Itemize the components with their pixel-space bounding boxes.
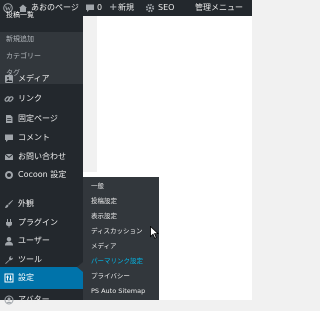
seo-link[interactable]: SEO <box>158 0 174 16</box>
site-name-link[interactable]: あおのページ <box>31 0 79 16</box>
manage-menu-link[interactable]: 管理メニュー <box>195 0 243 16</box>
sidebar-item-label: メディア <box>18 74 50 83</box>
admin-sidebar: 投稿一覧 新規追加 カテゴリー タグ メディア リンク 固定ページ コメント お… <box>0 11 83 305</box>
sidebar-item-label: Cocoon 設定 <box>18 170 67 179</box>
brush-icon <box>5 200 13 208</box>
submenu-item-category[interactable]: カテゴリー <box>6 49 41 63</box>
settings-icon <box>4 273 14 283</box>
mouse-cursor-icon <box>150 226 159 239</box>
flyout-item-permalink[interactable]: パーマリンク設定 <box>91 255 143 267</box>
flyout-item-writing[interactable]: 投稿設定 <box>91 195 117 207</box>
flyout-item-discussion[interactable]: ディスカッション <box>91 225 143 237</box>
plus-icon: + <box>109 2 118 13</box>
page-icon <box>6 115 13 123</box>
flyout-item-privacy[interactable]: プライバシー <box>91 270 130 282</box>
user-icon <box>5 237 13 246</box>
posts-list-header[interactable]: 投稿一覧 <box>6 8 34 22</box>
sidebar-item-media[interactable]: メディア <box>0 68 83 90</box>
flyout-item-media[interactable]: メディア <box>91 240 117 252</box>
flyout-item-general[interactable]: 一般 <box>91 180 104 192</box>
media-icon <box>5 75 13 83</box>
sidebar-item-link[interactable]: リンク <box>0 88 83 110</box>
plugin-icon <box>6 219 12 228</box>
sidebar-item-settings[interactable]: 設定 <box>0 267 83 289</box>
sidebar-item-cocoon-settings[interactable]: Cocoon 設定 <box>0 164 83 186</box>
sidebar-item-label: アバター <box>18 295 50 304</box>
content-gutter <box>83 16 97 172</box>
new-link[interactable]: 新規 <box>118 0 134 16</box>
avatar-icon <box>4 295 14 305</box>
comment-icon <box>5 134 13 142</box>
mail-icon <box>4 153 14 160</box>
sidebar-item-label: 設定 <box>18 273 34 282</box>
seo-gear-icon <box>145 3 155 13</box>
sidebar-item-avatar[interactable]: アバター <box>0 289 83 311</box>
sidebar-item-label: リンク <box>18 94 42 103</box>
cocoon-icon <box>5 171 13 179</box>
flyout-item-ps-auto-sitemap[interactable]: PS Auto Sitemap <box>91 285 145 297</box>
comment-bubble-icon <box>86 4 94 12</box>
link-icon <box>4 96 14 102</box>
submenu-item-new[interactable]: 新規追加 <box>6 32 34 46</box>
comment-count[interactable]: 0 <box>97 0 102 16</box>
admin-bar: W あおのページ 0 + 新規 SEO 管理メニュー <box>0 0 252 16</box>
wrench-icon <box>5 256 14 264</box>
flyout-item-reading[interactable]: 表示設定 <box>91 210 117 222</box>
settings-flyout-menu: 一般 投稿設定 表示設定 ディスカッション メディア パーマリンク設定 プライバ… <box>83 177 159 300</box>
